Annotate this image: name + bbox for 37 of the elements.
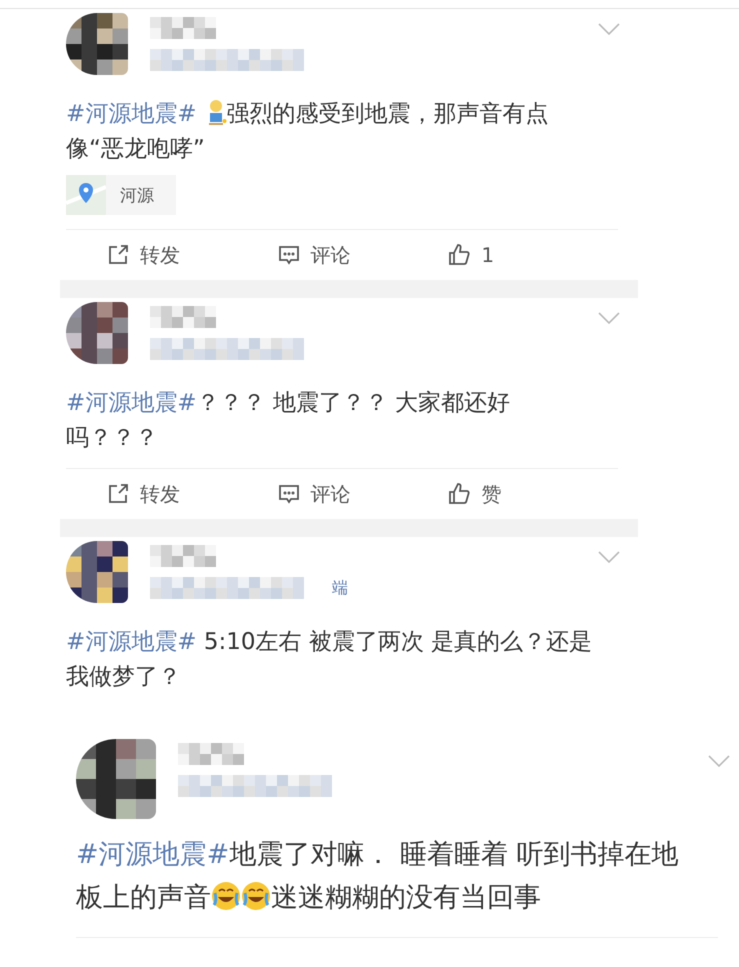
like-button[interactable]: 赞 (447, 480, 618, 508)
post-text: #河源地震#？？？ 地震了？？ 大家都还好吗？？？ (66, 389, 512, 453)
pixelated-avatar (66, 541, 128, 603)
figure-emoji-icon (206, 99, 227, 125)
dropdown-chevron-icon[interactable] (598, 551, 620, 563)
laughing-emoji-icon (241, 881, 271, 911)
comment-button[interactable]: 评论 (276, 242, 448, 268)
post-source-text: 端 (332, 578, 348, 599)
post-text: #河源地震# 5:10左右 被震了两次 是真的么？还是我做梦了？ (66, 628, 594, 692)
post-text: #河源地震# 强烈的感受到地震，那声音有点像“恶龙咆哮” (66, 98, 550, 164)
hashtag-link[interactable]: #河源地震# (66, 629, 197, 655)
pixelated-username (150, 17, 216, 39)
hashtag-link[interactable]: #河源地震# (66, 101, 197, 127)
pixelated-avatar (66, 302, 128, 364)
hashtag-link[interactable]: #河源地震# (76, 839, 230, 870)
comment-icon (276, 482, 301, 506)
share-icon (106, 482, 130, 506)
dropdown-chevron-icon[interactable] (598, 23, 620, 35)
pixelated-avatar (66, 13, 128, 75)
dropdown-chevron-icon[interactable] (708, 755, 730, 767)
comment-button[interactable]: 评论 (276, 480, 448, 508)
pixelated-username (150, 545, 216, 567)
repost-button[interactable]: 转发 (106, 242, 277, 268)
map-pin-icon (66, 175, 106, 215)
pixelated-username (178, 743, 244, 765)
dropdown-chevron-icon[interactable] (598, 312, 620, 324)
thumbs-up-icon (447, 482, 472, 506)
laughing-emoji-icon (211, 881, 241, 911)
share-icon (106, 243, 130, 267)
comment-icon (276, 243, 301, 267)
like-button[interactable]: 1 (447, 243, 618, 267)
location-tag[interactable]: 河源 (66, 175, 176, 215)
hashtag-link[interactable]: #河源地震# (66, 390, 197, 416)
pixelated-username (150, 306, 216, 328)
repost-button[interactable]: 转发 (106, 480, 277, 508)
thumbs-up-icon (447, 243, 472, 267)
post-text: #河源地震#地震了对嘛． 睡着睡着 听到书掉在地板上的声音 迷迷糊糊的没有当回事 (76, 838, 680, 915)
